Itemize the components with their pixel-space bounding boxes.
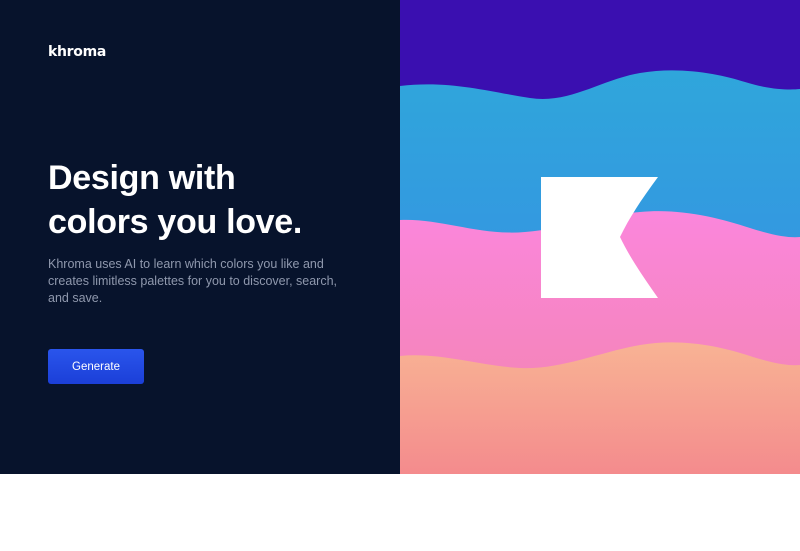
hero-left-panel: khroma Design with colors you love. Khro… (0, 0, 400, 474)
peach-color-band (400, 342, 800, 474)
brand-logo[interactable]: khroma (48, 44, 106, 60)
headline-line-1: Design with (48, 159, 236, 197)
hero-section: khroma Design with colors you love. Khro… (0, 0, 800, 474)
hero-description: Khroma uses AI to learn which colors you… (48, 257, 338, 305)
hero-headline: Design with colors you love. (48, 156, 378, 244)
page-below-fold (0, 474, 800, 551)
hero-illustration (400, 0, 800, 474)
headline-line-2: colors you love. (48, 203, 303, 241)
wave-illustration (400, 0, 800, 474)
generate-button[interactable]: Generate (48, 349, 144, 384)
